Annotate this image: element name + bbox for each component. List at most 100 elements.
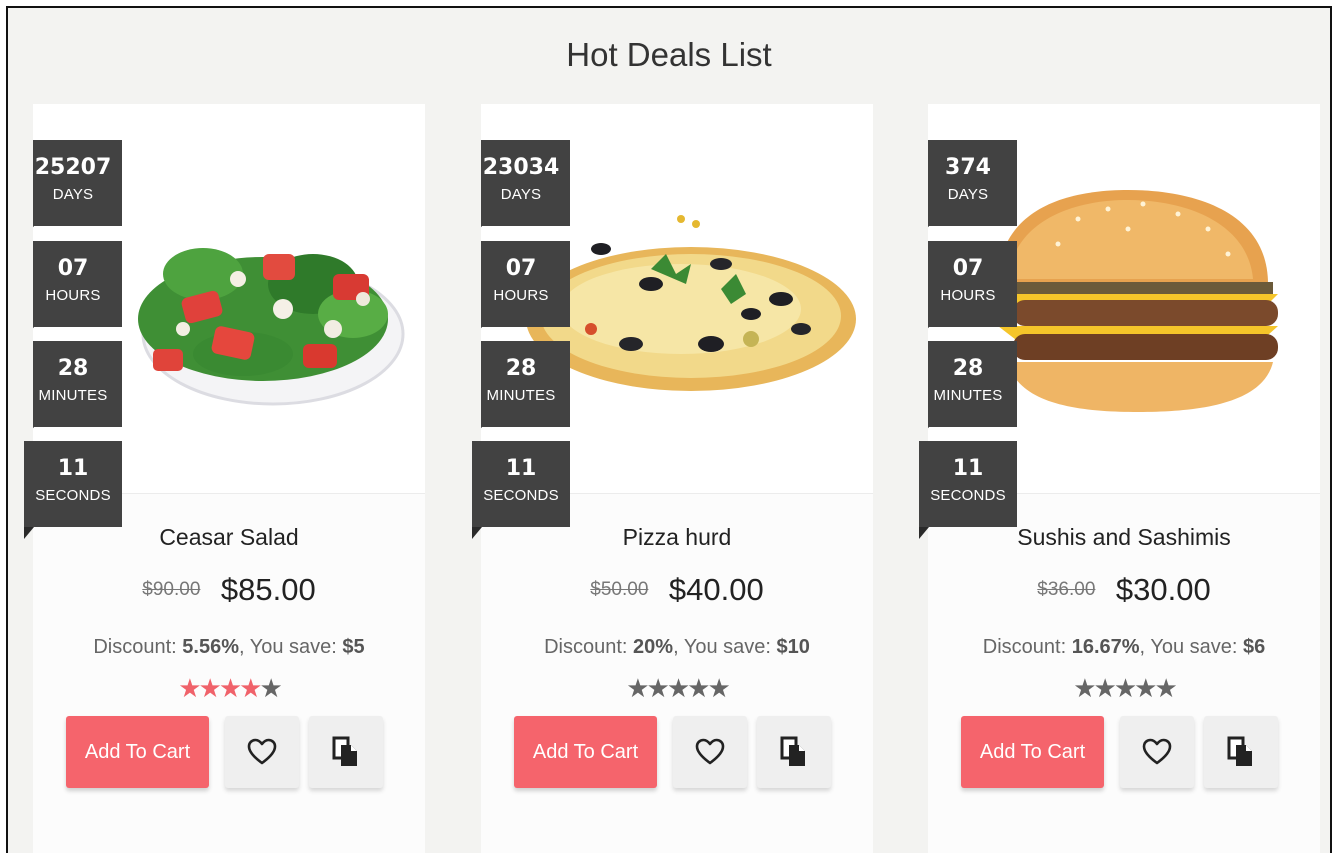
minutes-value: 28 (57, 356, 89, 381)
star-empty-icon: ★ (1113, 674, 1137, 704)
star-rating: ★★★★★ (481, 674, 873, 704)
countdown-minutes: 28 MINUTES (928, 341, 1017, 439)
add-to-cart-button[interactable]: Add To Cart (66, 716, 209, 788)
hours-label: HOURS (493, 287, 549, 304)
countdown-days: 25207 DAYS (33, 140, 122, 238)
new-price: $40.00 (668, 572, 764, 607)
seconds-label: SECONDS (483, 487, 559, 504)
discount-info: Discount: 20%, You save: $10 (544, 636, 810, 658)
star-filled-icon: ★ (239, 674, 262, 704)
save-value: $5 (342, 636, 365, 658)
section-title: Hot Deals List (566, 36, 772, 73)
discount-value: 5.56% (182, 636, 239, 658)
product-card: 23034 DAYS 07 HOURS 28 MINUTES 11 SECOND… (472, 104, 873, 853)
seconds-label: SECONDS (35, 487, 111, 504)
add-to-cart-button[interactable]: Add To Cart (961, 716, 1104, 788)
star-empty-icon: ★ (687, 674, 710, 704)
compare-button[interactable] (1204, 716, 1278, 788)
price-row: $50.00 $40.00 (481, 572, 873, 608)
star-filled-icon: ★ (218, 674, 242, 704)
product-image[interactable]: 25207 DAYS 07 HOURS 28 MINUTES (33, 104, 425, 494)
countdown-seconds: 11 SECONDS (472, 441, 570, 539)
price-row: $36.00 $30.00 (928, 572, 1320, 608)
compare-button[interactable] (309, 716, 383, 788)
price-row: $90.00 $85.00 (33, 572, 425, 608)
you-save-label: You save: (1150, 636, 1243, 658)
old-price: $50.00 (590, 579, 649, 600)
seconds-value: 11 (952, 456, 984, 481)
product-name[interactable]: Sushis and Sashimis (928, 524, 1320, 551)
discount-label: Discount: (93, 636, 183, 658)
new-price: $30.00 (1115, 572, 1211, 607)
star-empty-icon: ★ (626, 674, 649, 704)
heart-icon (1142, 738, 1172, 765)
heart-icon (247, 738, 277, 765)
countdown-seconds: 11 SECONDS (919, 441, 1017, 539)
star-empty-icon: ★ (707, 674, 730, 704)
countdown-hours: 07 HOURS (928, 241, 1017, 339)
save-value: $6 (1242, 636, 1266, 658)
copy-icon (780, 736, 805, 766)
minutes-label: MINUTES (486, 387, 556, 404)
countdown-days: 374 DAYS (928, 140, 1017, 238)
wishlist-button[interactable] (673, 716, 747, 788)
heart-icon (695, 738, 725, 765)
countdown-minutes: 28 MINUTES (33, 341, 122, 439)
discount-value: 16.67% (1071, 636, 1140, 658)
countdown-hours: 07 HOURS (481, 241, 570, 339)
product-image[interactable]: 23034 DAYS 07 HOURS 28 MINUTES (481, 104, 873, 494)
discount-label: Discount: (982, 636, 1072, 658)
days-label: DAYS (52, 186, 94, 203)
old-price: $36.00 (1037, 579, 1096, 600)
new-price: $85.00 (220, 572, 316, 607)
star-empty-icon: ★ (1134, 674, 1157, 704)
minutes-value: 28 (505, 356, 537, 381)
compare-button[interactable] (757, 716, 831, 788)
hours-value: 07 (952, 256, 984, 281)
product-card: 25207 DAYS 07 HOURS 28 MINUTES 11 SECOND… (24, 104, 425, 853)
add-to-cart-button[interactable]: Add To Cart (514, 716, 657, 788)
minutes-label: MINUTES (933, 387, 1003, 404)
star-rating: ★★★★★ (33, 674, 425, 704)
product-image[interactable]: 374 DAYS 07 HOURS 28 MINUTES (928, 104, 1320, 494)
hours-value: 07 (57, 256, 89, 281)
hot-deals-section: Hot Deals List 25207 DAYS 07 HOURS 28 MI… (6, 6, 1332, 853)
product-name[interactable]: Ceasar Salad (33, 524, 425, 551)
discount-info: Discount: 16.67%, You save: $6 (982, 636, 1266, 658)
days-value: 374 (945, 155, 991, 180)
product-card: 374 DAYS 07 HOURS 28 MINUTES 11 SECONDS … (919, 104, 1320, 853)
copy-icon (332, 736, 357, 766)
save-value: $10 (776, 636, 810, 658)
you-save-label: You save: (249, 636, 343, 658)
hours-label: HOURS (940, 287, 996, 304)
seconds-value: 11 (505, 456, 537, 481)
days-label: DAYS (947, 186, 989, 203)
minutes-value: 28 (952, 356, 984, 381)
star-empty-icon: ★ (1093, 674, 1117, 704)
hours-value: 07 (505, 256, 537, 281)
star-filled-icon: ★ (178, 674, 201, 704)
product-name[interactable]: Pizza hurd (481, 524, 873, 551)
days-value: 23034 (482, 155, 560, 180)
star-empty-icon: ★ (259, 674, 282, 704)
countdown-minutes: 28 MINUTES (481, 341, 570, 439)
seconds-label: SECONDS (930, 487, 1006, 504)
wishlist-button[interactable] (1120, 716, 1194, 788)
star-empty-icon: ★ (666, 674, 690, 704)
discount-info: Discount: 5.56%, You save: $5 (93, 636, 365, 658)
countdown-days: 23034 DAYS (481, 140, 570, 238)
days-value: 25207 (34, 155, 112, 180)
discount-label: Discount: (544, 636, 634, 658)
days-label: DAYS (500, 186, 542, 203)
old-price: $90.00 (142, 579, 201, 600)
star-filled-icon: ★ (198, 674, 222, 704)
star-empty-icon: ★ (646, 674, 670, 704)
countdown-seconds: 11 SECONDS (24, 441, 122, 539)
copy-icon (1227, 736, 1252, 766)
star-rating: ★★★★★ (928, 674, 1320, 704)
hours-label: HOURS (45, 287, 101, 304)
wishlist-button[interactable] (225, 716, 299, 788)
discount-value: 20% (633, 636, 674, 658)
minutes-label: MINUTES (38, 387, 108, 404)
star-empty-icon: ★ (1073, 674, 1096, 704)
